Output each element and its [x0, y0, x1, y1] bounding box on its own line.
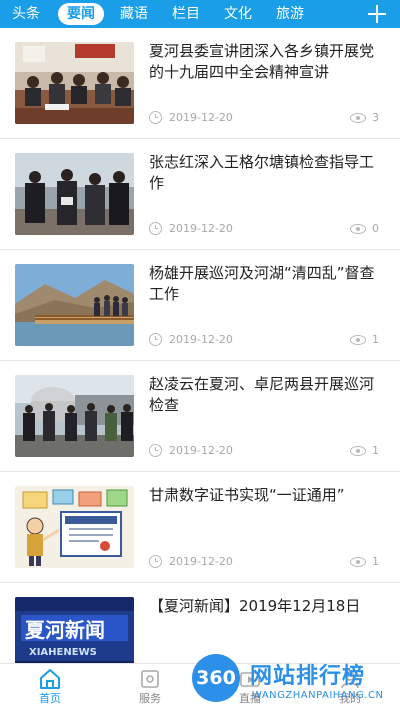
svg-text:XIAHENEWS: XIAHENEWS	[29, 647, 97, 658]
news-meta: 2019-12-20 1	[149, 554, 379, 570]
nav-service[interactable]: 服务	[100, 664, 200, 711]
watermark-url: WANGZHANPAIHANG.CN	[252, 690, 384, 701]
eye-icon	[350, 224, 366, 234]
news-title[interactable]: 【夏河新闻】2019年12月18日	[149, 596, 387, 617]
news-title[interactable]: 赵凌云在夏河、卓尼两县开展巡河检查	[149, 374, 387, 416]
eye-icon	[350, 335, 366, 345]
news-date: 2019-12-20	[169, 333, 233, 346]
plus-icon[interactable]	[366, 3, 388, 25]
tab-culture[interactable]: 文化	[218, 3, 258, 25]
news-thumbnail	[15, 153, 134, 235]
news-item[interactable]: 甘肃数字证书实现“一证通用” 2019-12-20 1	[0, 472, 400, 583]
news-date: 2019-12-20	[169, 444, 233, 457]
nav-home[interactable]: 首页	[0, 664, 100, 711]
watermark-badge: 360	[192, 654, 240, 702]
tab-headline[interactable]: 头条	[6, 3, 46, 25]
news-title[interactable]: 张志红深入王格尔塘镇检查指导工作	[149, 152, 387, 194]
news-item[interactable]: 张志红深入王格尔塘镇检查指导工作 2019-12-20 0	[0, 139, 400, 250]
news-item[interactable]: 赵凌云在夏河、卓尼两县开展巡河检查 2019-12-20 1	[0, 361, 400, 472]
tab-tourism[interactable]: 旅游	[270, 3, 310, 25]
tab-news[interactable]: 要闻	[58, 3, 104, 25]
eye-icon	[350, 557, 366, 567]
tab-columns[interactable]: 栏目	[166, 3, 206, 25]
clock-icon	[149, 444, 162, 457]
eye-icon	[350, 446, 366, 456]
news-item[interactable]: 夏河县委宣讲团深入各乡镇开展党的十九届四中全会精神宣讲 2019-12-20 3	[0, 28, 400, 139]
watermark-logo: 360 网站排行榜 WANGZHANPAIHANG.CN	[192, 654, 400, 711]
news-meta: 2019-12-20 1	[149, 443, 379, 459]
channel-tabs: 头条 要闻 藏语 栏目 文化 旅游	[0, 3, 322, 25]
news-date: 2019-12-20	[169, 222, 233, 235]
view-count: 1	[372, 444, 379, 457]
news-date: 2019-12-20	[169, 111, 233, 124]
news-thumbnail	[15, 486, 134, 568]
nav-label: 首页	[39, 692, 61, 705]
view-count: 0	[372, 222, 379, 235]
news-meta: 2019-12-20 3	[149, 110, 379, 126]
svg-text:夏河新闻: 夏河新闻	[25, 618, 105, 642]
clock-icon	[149, 555, 162, 568]
watermark-title: 网站排行榜	[250, 664, 366, 689]
clock-icon	[149, 111, 162, 124]
news-meta: 2019-12-20 0	[149, 221, 379, 237]
view-count: 1	[372, 555, 379, 568]
news-item[interactable]: 杨雄开展巡河及河湖“清四乱”督查工作 2019-12-20 1	[0, 250, 400, 361]
news-thumbnail	[15, 264, 134, 346]
news-date: 2019-12-20	[169, 555, 233, 568]
tab-tibetan[interactable]: 藏语	[114, 3, 154, 25]
news-title[interactable]: 甘肃数字证书实现“一证通用”	[149, 485, 387, 506]
home-icon	[40, 669, 60, 689]
clock-icon	[149, 222, 162, 235]
clock-icon	[149, 333, 162, 346]
view-count: 1	[372, 333, 379, 346]
service-icon	[141, 670, 159, 688]
news-title[interactable]: 夏河县委宣讲团深入各乡镇开展党的十九届四中全会精神宣讲	[149, 41, 387, 83]
news-meta: 2019-12-20 1	[149, 332, 379, 348]
view-count: 3	[372, 111, 379, 124]
news-thumbnail	[15, 42, 134, 124]
news-title[interactable]: 杨雄开展巡河及河湖“清四乱”督查工作	[149, 263, 387, 305]
nav-label: 服务	[139, 692, 161, 705]
news-thumbnail	[15, 375, 134, 457]
top-tab-bar: 头条 要闻 藏语 栏目 文化 旅游	[0, 0, 400, 28]
eye-icon	[350, 113, 366, 123]
